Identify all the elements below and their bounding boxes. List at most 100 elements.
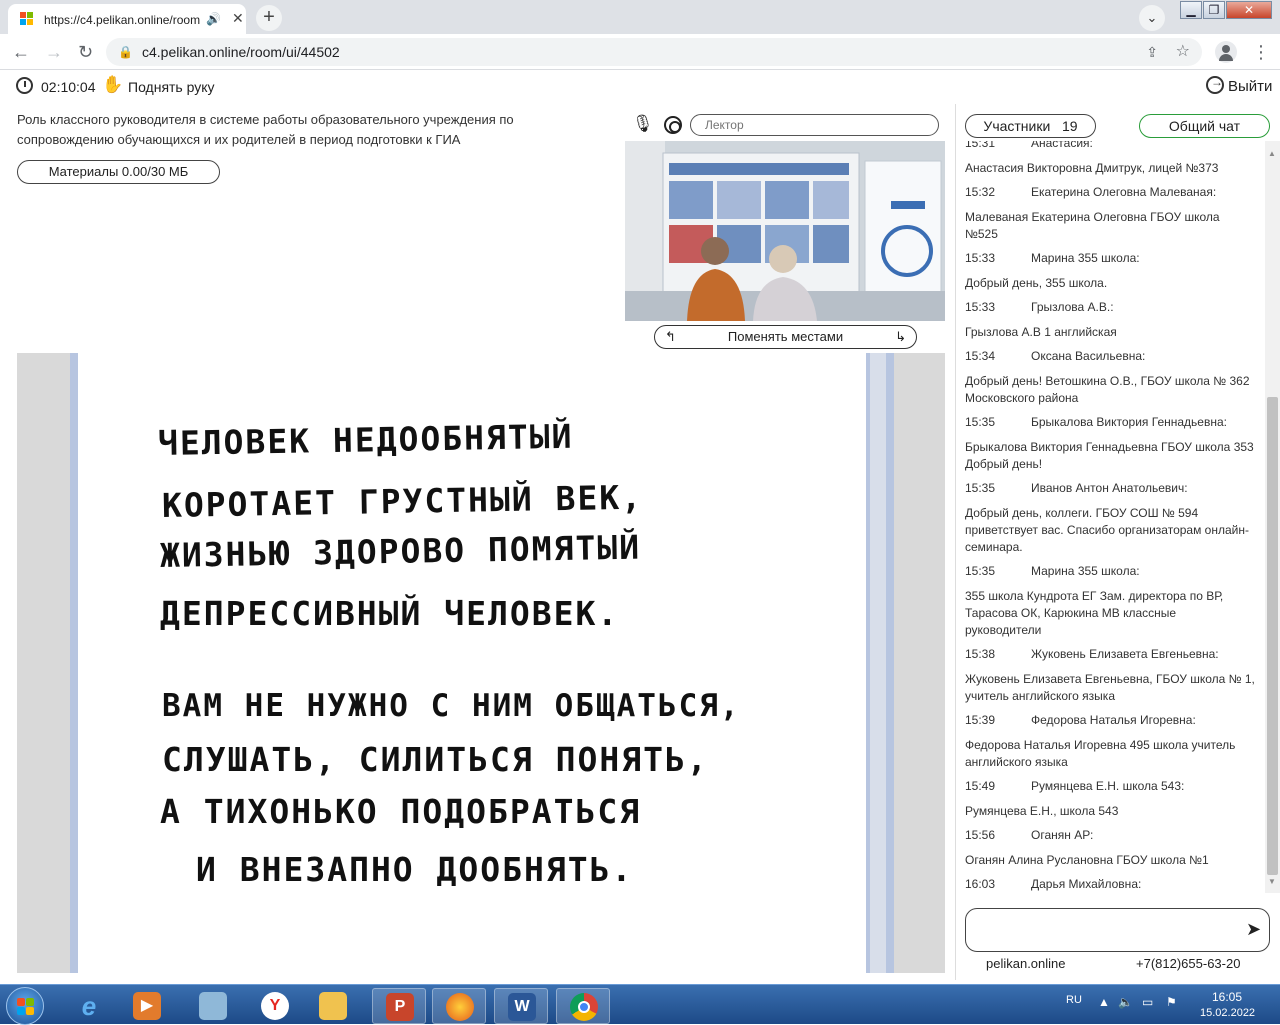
window-close-button[interactable]: ✕: [1226, 1, 1272, 19]
volume-icon[interactable]: 🔈: [1118, 995, 1133, 1009]
word-icon: W: [508, 993, 536, 1021]
window-minimize-button[interactable]: ▁: [1180, 1, 1202, 19]
chat-message-time: 15:33: [965, 251, 996, 265]
chat-message-text: Анастасия Викторовна Дмитрук, лицей №373: [965, 161, 1219, 175]
file-explorer-icon: [319, 992, 347, 1020]
taskbar-yandex[interactable]: Y: [248, 988, 302, 1024]
scrollbar-thumb[interactable]: [1267, 397, 1278, 875]
raise-hand-button[interactable]: Поднять руку: [128, 79, 215, 95]
address-bar[interactable]: 🔒 c4.pelikan.online/room/ui/44502 ⇪ ☆: [106, 38, 1202, 66]
chat-message-author: Анастасия:: [1031, 141, 1093, 150]
browser-menu-icon[interactable]: ⋮: [1252, 42, 1270, 63]
chat-message-author: Марина 355 школа:: [1031, 564, 1140, 578]
participants-count: 19: [1061, 118, 1078, 134]
chat-message: 15:31 Анастасия: Анастасия Викторовна Дми…: [965, 141, 1255, 177]
start-button[interactable]: [6, 987, 44, 1025]
chat-message-text: 355 школа Кундрота ЕГ Зам. директора по …: [965, 589, 1224, 637]
clock-date[interactable]: 15.02.2022: [1200, 1007, 1255, 1019]
exit-button[interactable]: Выйти: [1228, 78, 1272, 95]
new-tab-button[interactable]: +: [256, 5, 282, 31]
taskbar-firefox[interactable]: [432, 988, 486, 1024]
notes-icon: [199, 992, 227, 1020]
send-icon[interactable]: ➤: [1246, 919, 1261, 940]
taskbar-explorer[interactable]: [306, 988, 360, 1024]
back-arrow-icon[interactable]: ←: [12, 42, 30, 63]
lector-video-feed[interactable]: [625, 141, 945, 321]
clock-time[interactable]: 16:05: [1212, 990, 1242, 1004]
chat-scrollbar[interactable]: ▲ ▼: [1265, 141, 1280, 893]
lector-field[interactable]: [690, 114, 939, 136]
camera-icon[interactable]: [664, 116, 682, 134]
tray-expand-icon[interactable]: ▲: [1098, 995, 1110, 1009]
share-icon[interactable]: ⇪: [1146, 38, 1158, 66]
yandex-browser-icon: Y: [261, 992, 289, 1020]
chat-message-time: 16:03: [965, 877, 996, 891]
video-frame-image: [625, 141, 945, 321]
slide-right-border: [858, 353, 894, 973]
input-language[interactable]: RU: [1066, 994, 1082, 1006]
chat-message-time: 15:35: [965, 415, 996, 429]
materials-button[interactable]: Материалы 0.00/30 МБ: [17, 160, 220, 184]
microphone-muted-icon[interactable]: 🎙: [632, 114, 654, 134]
footer-phone: +7(812)655-63-20: [1136, 956, 1241, 971]
chat-message: 15:34 Оксана Васильевна: Добрый день! Вет…: [965, 348, 1255, 407]
exit-icon[interactable]: [1206, 75, 1224, 94]
chat-message-author: Оганян АР:: [1031, 828, 1094, 842]
taskbar-media-player[interactable]: ▶: [120, 988, 174, 1024]
tab-search-chevron-icon[interactable]: ⌄: [1139, 5, 1165, 31]
internet-explorer-icon: e: [81, 991, 97, 1021]
taskbar-chrome[interactable]: [556, 988, 610, 1024]
network-icon[interactable]: ▭: [1142, 995, 1153, 1009]
slide-line: ДЕПРЕССИВНЫЙ ЧЕЛОВЕК.: [160, 594, 620, 633]
background-tab[interactable]: [300, 10, 430, 22]
chat-message-time: 15:32: [965, 185, 996, 199]
site-favicon-icon: [20, 12, 34, 26]
chat-message: 15:32 Екатерина Олеговна Малеваная: Малев…: [965, 184, 1255, 243]
participants-button[interactable]: Участники 19: [965, 114, 1096, 138]
participants-label: Участники: [983, 118, 1051, 134]
chat-message-text: Жуковень Елизавета Евгеньевна, ГБОУ школ…: [965, 672, 1255, 703]
bookmark-star-icon[interactable]: ☆: [1176, 38, 1190, 66]
address-url[interactable]: c4.pelikan.online/room/ui/44502: [142, 38, 340, 66]
chat-message-text: Добрый день, коллеги. ГБОУ СОШ № 594 при…: [965, 506, 1249, 554]
scroll-up-icon[interactable]: ▲: [1268, 149, 1276, 158]
window-restore-button[interactable]: ❐: [1203, 1, 1225, 19]
browser-tab-strip: https://c4.pelikan.online/room/ui/44502 …: [0, 0, 1280, 34]
chat-message-time: 15:56: [965, 828, 996, 842]
raise-hand-icon[interactable]: ✋: [102, 75, 123, 95]
chat-message-text: Добрый день! Ветошкина О.В., ГБОУ школа …: [965, 374, 1250, 405]
footer-site-link[interactable]: pelikan.online: [986, 956, 1066, 971]
chat-message-time: 15:31: [965, 141, 996, 150]
taskbar-notes[interactable]: [186, 988, 240, 1024]
taskbar-ie[interactable]: e: [62, 988, 116, 1024]
chat-message-author: Брыкалова Виктория Геннадьевна:: [1031, 415, 1227, 429]
chat-message-list[interactable]: 15:31 Анастасия: Анастасия Викторовна Дми…: [955, 141, 1265, 893]
chat-message-text: Добрый день, 355 школа.: [965, 276, 1108, 290]
powerpoint-icon: P: [386, 993, 414, 1021]
tab-audio-icon[interactable]: 🔊: [206, 12, 221, 26]
chat-message: 15:49 Румянцева Е.Н. школа 543: Румянцева…: [965, 778, 1255, 820]
browser-toolbar: ← → ↻ 🔒 c4.pelikan.online/room/ui/44502 …: [0, 34, 1280, 70]
chat-message-author: Жуковень Елизавета Евгеньевна:: [1031, 647, 1219, 661]
chat-message-text: Грызлова А.В 1 английская: [965, 325, 1117, 339]
browser-tab-active[interactable]: https://c4.pelikan.online/room/ui/44502 …: [8, 4, 246, 34]
chat-message-time: 15:49: [965, 779, 996, 793]
firefox-icon: [446, 993, 474, 1021]
chat-message-text: Брыкалова Виктория Геннадьевна ГБОУ школ…: [965, 440, 1254, 471]
chat-message-input[interactable]: [965, 908, 1270, 952]
profile-avatar-icon[interactable]: [1215, 41, 1237, 63]
forward-arrow-icon[interactable]: →: [45, 42, 63, 63]
chat-message-text: Федорова Наталья Игоревна 495 школа учит…: [965, 738, 1236, 769]
chat-message-author: Румянцева Е.Н. школа 543:: [1031, 779, 1185, 793]
reload-icon[interactable]: ↻: [78, 42, 93, 63]
lock-icon[interactable]: 🔒: [118, 38, 133, 66]
chat-message: 15:35 Иванов Антон Анатольевич: Добрый де…: [965, 480, 1255, 556]
swap-places-button[interactable]: ↰ Поменять местами ↳: [654, 325, 917, 349]
taskbar-powerpoint[interactable]: P: [372, 988, 426, 1024]
general-chat-button[interactable]: Общий чат: [1139, 114, 1270, 138]
action-center-icon[interactable]: ⚑: [1166, 995, 1177, 1009]
scroll-down-icon[interactable]: ▼: [1268, 877, 1276, 886]
taskbar-word[interactable]: W: [494, 988, 548, 1024]
tab-close-icon[interactable]: ✕: [232, 10, 244, 27]
swap-arrow-right-icon: ↳: [895, 329, 906, 344]
